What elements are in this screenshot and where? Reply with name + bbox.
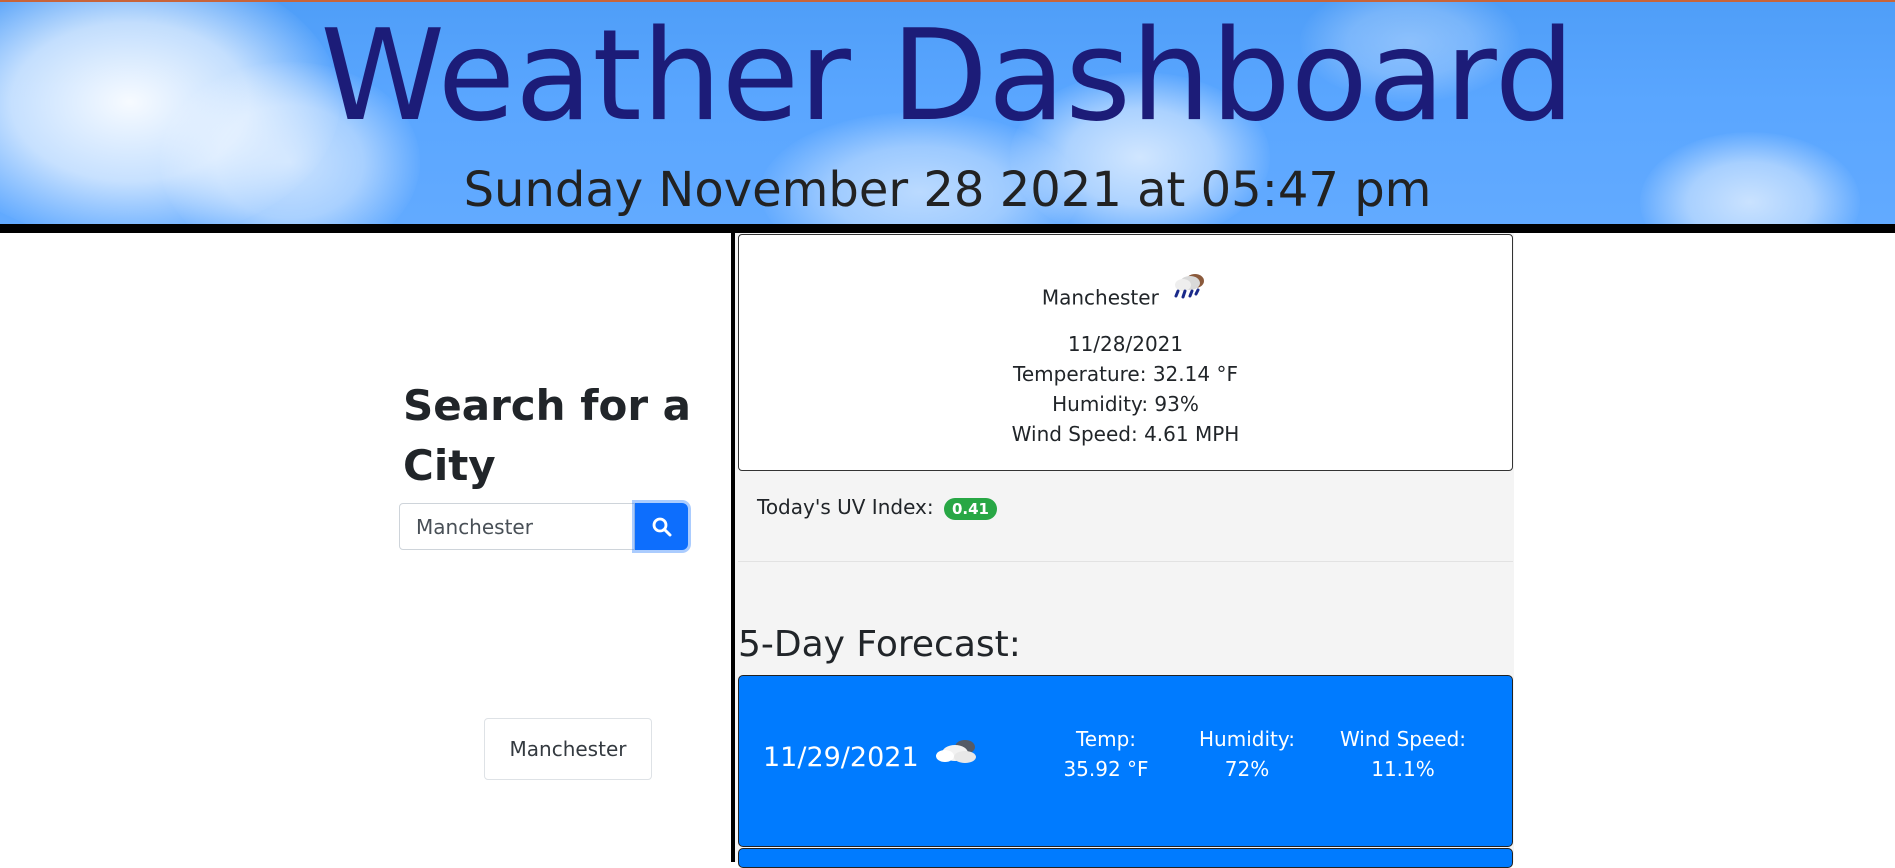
current-date: 11/28/2021	[1067, 332, 1184, 356]
uv-index-label: Today's UV Index:	[757, 495, 934, 519]
forecast-temp: Temp: 35.92 °F	[1036, 724, 1176, 784]
search-heading: Search for a City	[403, 381, 692, 490]
forecast-humidity-label: Humidity:	[1199, 727, 1295, 751]
rain-cloud-icon	[1174, 274, 1205, 299]
search-form	[399, 503, 689, 550]
uv-divider	[738, 561, 1513, 562]
header-banner: Weather Dashboard Sunday November 28 202…	[0, 0, 1895, 224]
current-wind-speed: Wind Speed: 4.61 MPH	[1011, 422, 1240, 446]
forecast-wind-label: Wind Speed:	[1339, 727, 1467, 751]
page-title: Weather Dashboard	[320, 2, 1575, 149]
forecast-humidity: Humidity: 72%	[1177, 724, 1317, 784]
search-button[interactable]	[635, 503, 688, 550]
current-datetime: Sunday November 28 2021 at 05:47 pm	[463, 162, 1432, 218]
current-humidity: Humidity: 93%	[1052, 392, 1199, 416]
forecast-temp-label: Temp:	[1075, 727, 1137, 751]
search-icon	[652, 517, 671, 536]
forecast-wind: Wind Speed: 11.1%	[1321, 724, 1485, 784]
forecast-card	[738, 848, 1513, 868]
current-temperature: Temperature: 32.14 °F	[1013, 362, 1238, 386]
current-weather-card: Manchester 11/28/2021 Temperature: 32.14…	[738, 234, 1513, 471]
uv-index-row: Today's UV Index: 0.41	[757, 492, 997, 522]
uv-index-badge: 0.41	[943, 497, 997, 520]
forecast-date: 11/29/2021	[763, 742, 919, 773]
partly-cloudy-icon	[936, 740, 976, 763]
current-city-name: Manchester	[1041, 285, 1159, 310]
forecast-card: 11/29/2021 Temp: 35.92 °F Humidity: 72% …	[738, 675, 1513, 847]
header-divider	[0, 224, 1895, 233]
forecast-wind-value: 11.1%	[1371, 757, 1435, 781]
city-search-input[interactable]	[399, 503, 635, 550]
forecast-heading: 5-Day Forecast:	[738, 624, 1021, 665]
forecast-humidity-value: 72%	[1224, 757, 1270, 781]
current-city-line: Manchester	[739, 271, 1512, 313]
search-history-item[interactable]: Manchester	[484, 718, 652, 780]
forecast-temp-value: 35.92 °F	[1063, 757, 1149, 781]
